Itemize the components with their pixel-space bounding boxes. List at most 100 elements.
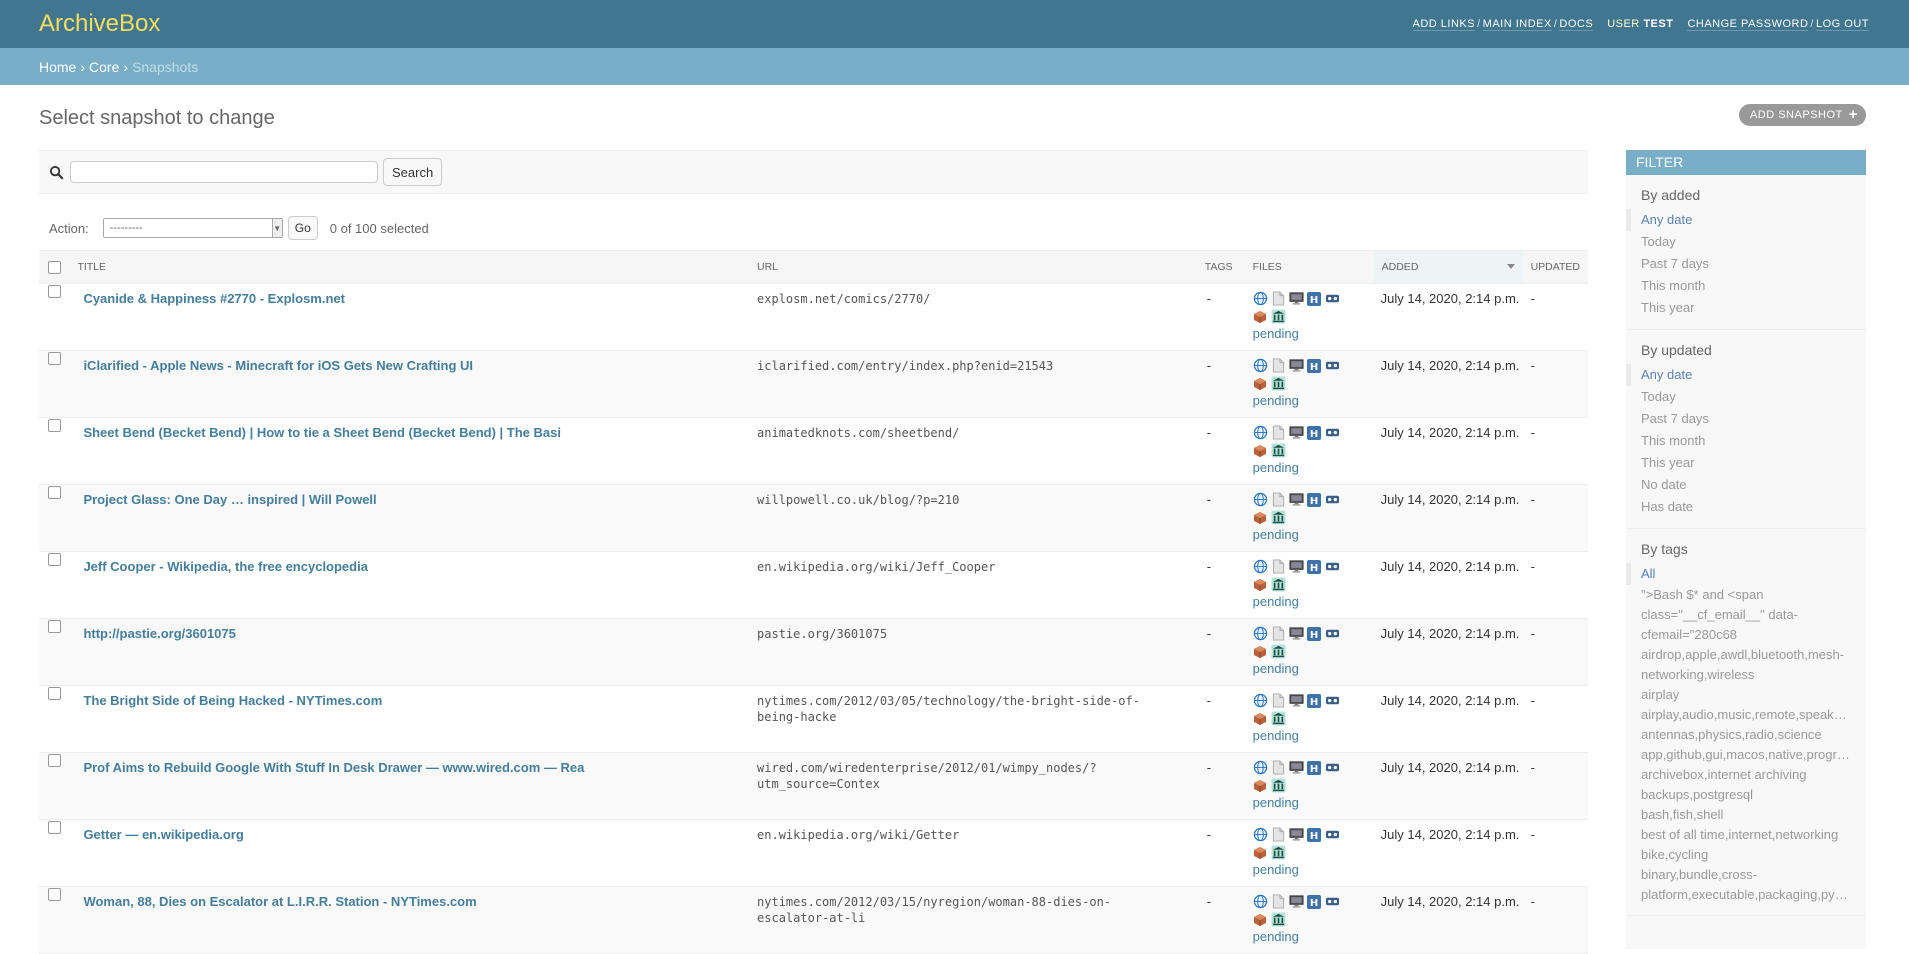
archive-box-icon[interactable] (1253, 912, 1268, 927)
site-name[interactable]: ArchiveBox (39, 10, 160, 38)
html-icon[interactable]: H (1307, 425, 1322, 440)
html-icon[interactable]: H (1307, 358, 1322, 373)
row-checkbox[interactable] (47, 486, 61, 499)
status-link[interactable]: pending (1253, 393, 1373, 408)
archive-box-icon[interactable] (1253, 443, 1268, 458)
museum-icon[interactable] (1271, 309, 1286, 324)
status-link[interactable]: pending (1253, 661, 1373, 676)
filter-option[interactable]: This month (1641, 430, 1866, 452)
archive-box-icon[interactable] (1253, 711, 1268, 726)
log-out-link[interactable]: LOG OUT (1815, 18, 1869, 31)
media-icon[interactable] (1325, 626, 1340, 641)
html-icon[interactable]: H (1307, 827, 1322, 842)
column-updated[interactable]: UPDATED (1522, 250, 1588, 284)
document-icon[interactable] (1271, 492, 1286, 507)
archive-box-icon[interactable] (1253, 309, 1268, 324)
filter-option[interactable]: Today (1641, 231, 1866, 253)
filter-option[interactable]: This year (1641, 297, 1866, 319)
archive-box-icon[interactable] (1253, 510, 1268, 525)
screenshot-icon[interactable] (1289, 559, 1304, 574)
globe-icon[interactable] (1253, 291, 1268, 306)
column-tags[interactable]: TAGS (1196, 250, 1245, 284)
museum-icon[interactable] (1271, 912, 1286, 927)
media-icon[interactable] (1325, 693, 1340, 708)
html-icon[interactable]: H (1307, 693, 1322, 708)
column-title[interactable]: TITLE (69, 250, 750, 284)
filter-option[interactable]: airplay (1641, 685, 1851, 705)
row-checkbox[interactable] (47, 553, 61, 566)
filter-option[interactable]: Any date (1626, 209, 1866, 231)
html-icon[interactable]: H (1307, 760, 1322, 775)
row-checkbox[interactable] (47, 620, 61, 633)
archive-box-icon[interactable] (1253, 376, 1268, 391)
screenshot-icon[interactable] (1289, 291, 1304, 306)
globe-icon[interactable] (1253, 358, 1268, 373)
museum-icon[interactable] (1271, 845, 1286, 860)
document-icon[interactable] (1271, 894, 1286, 909)
change-password-link[interactable]: CHANGE PASSWORD (1687, 18, 1809, 31)
row-checkbox[interactable] (47, 687, 61, 700)
document-icon[interactable] (1271, 291, 1286, 306)
media-icon[interactable] (1325, 492, 1340, 507)
archive-box-icon[interactable] (1253, 644, 1268, 659)
media-icon[interactable] (1325, 358, 1340, 373)
row-checkbox[interactable] (47, 821, 61, 834)
filter-option[interactable]: airplay,audio,music,remote,speakers (1641, 705, 1851, 725)
filter-option[interactable]: No date (1641, 474, 1866, 496)
status-link[interactable]: pending (1253, 527, 1373, 542)
filter-option[interactable]: Today (1641, 386, 1866, 408)
row-checkbox[interactable] (47, 285, 61, 298)
media-icon[interactable] (1325, 827, 1340, 842)
filter-option[interactable]: Has date (1641, 496, 1866, 518)
snapshot-title-link[interactable]: The Bright Side of Being Hacked - NYTime… (83, 693, 382, 708)
museum-icon[interactable] (1271, 644, 1286, 659)
filter-option[interactable]: binary,bundle,cross-platform,executable,… (1641, 865, 1851, 905)
filter-option[interactable]: backups,postgresql (1641, 785, 1851, 805)
row-checkbox[interactable] (47, 352, 61, 365)
column-added[interactable]: ADDED (1373, 250, 1523, 284)
media-icon[interactable] (1325, 894, 1340, 909)
add-links-link[interactable]: ADD LINKS (1412, 18, 1476, 31)
search-input[interactable] (70, 161, 378, 183)
museum-icon[interactable] (1271, 443, 1286, 458)
globe-icon[interactable] (1253, 492, 1268, 507)
archive-box-icon[interactable] (1253, 577, 1268, 592)
snapshot-title-link[interactable]: Getter — en.wikipedia.org (83, 827, 243, 842)
filter-option[interactable]: This month (1641, 275, 1866, 297)
filter-option[interactable]: best of all time,internet,networking (1641, 825, 1851, 845)
globe-icon[interactable] (1253, 760, 1268, 775)
document-icon[interactable] (1271, 693, 1286, 708)
media-icon[interactable] (1325, 291, 1340, 306)
media-icon[interactable] (1325, 425, 1340, 440)
action-select[interactable]: --------- ▼ (102, 218, 283, 238)
filter-option[interactable]: antennas,physics,radio,science (1641, 725, 1851, 745)
breadcrumb-core[interactable]: Core (89, 59, 119, 75)
filter-option[interactable]: airdrop,apple,awdl,bluetooth,mesh-networ… (1641, 645, 1851, 685)
globe-icon[interactable] (1253, 894, 1268, 909)
filter-option[interactable]: This year (1641, 452, 1866, 474)
main-index-link[interactable]: MAIN INDEX (1482, 18, 1552, 31)
search-button[interactable]: Search (383, 158, 443, 186)
document-icon[interactable] (1271, 760, 1286, 775)
html-icon[interactable]: H (1307, 291, 1322, 306)
snapshot-title-link[interactable]: Prof Aims to Rebuild Google With Stuff I… (83, 760, 584, 775)
column-files[interactable]: FILES (1244, 250, 1374, 284)
snapshot-title-link[interactable]: Jeff Cooper - Wikipedia, the free encycl… (83, 559, 368, 574)
snapshot-title-link[interactable]: Sheet Bend (Becket Bend) | How to tie a … (83, 425, 561, 440)
sort-descending-icon[interactable] (1506, 264, 1515, 269)
row-checkbox[interactable] (47, 419, 61, 432)
media-icon[interactable] (1325, 760, 1340, 775)
museum-icon[interactable] (1271, 778, 1286, 793)
status-link[interactable]: pending (1253, 460, 1373, 475)
filter-option[interactable]: All (1626, 563, 1866, 585)
museum-icon[interactable] (1271, 577, 1286, 592)
snapshot-title-link[interactable]: http://pastie.org/3601075 (83, 626, 235, 641)
screenshot-icon[interactable] (1289, 894, 1304, 909)
screenshot-icon[interactable] (1289, 358, 1304, 373)
document-icon[interactable] (1271, 559, 1286, 574)
globe-icon[interactable] (1253, 559, 1268, 574)
snapshot-title-link[interactable]: Project Glass: One Day … inspired | Will… (83, 492, 376, 507)
status-link[interactable]: pending (1253, 862, 1373, 877)
document-icon[interactable] (1271, 425, 1286, 440)
status-link[interactable]: pending (1253, 594, 1373, 609)
